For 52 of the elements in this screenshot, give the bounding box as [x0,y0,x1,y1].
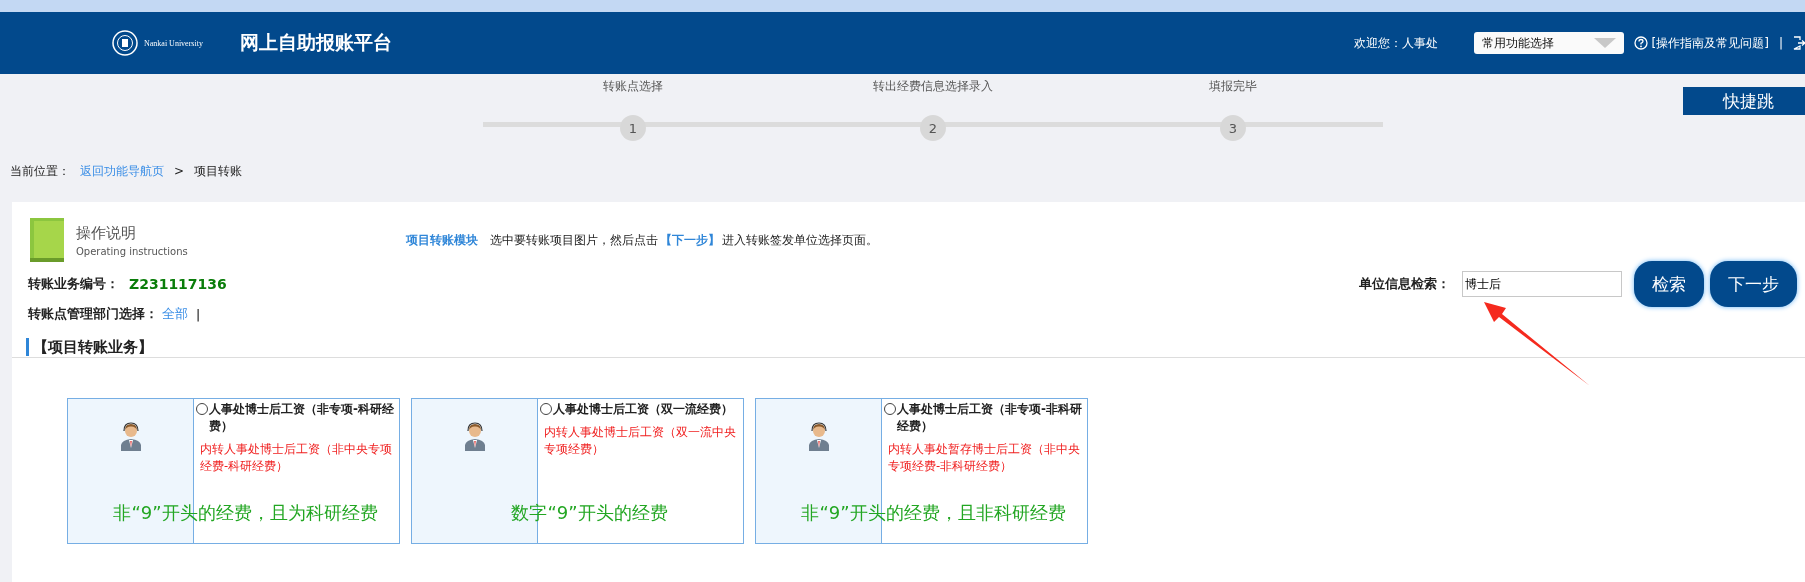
platform-title: 网上自助报账平台 [240,30,392,55]
radio-button[interactable] [540,403,552,415]
card-title: 人事处博士后工资（非专项-科研经费） [196,401,397,435]
search-label: 单位信息检索： [1359,275,1450,293]
card-description: 内转人事处博士后工资（非中央专项经费-科研经费） [199,441,393,475]
help-link[interactable]: [操作指南及常见问题] [1651,34,1769,52]
caret-icon [1593,38,1616,48]
card-title: 人事处博士后工资（双一流经费） [540,401,741,418]
instructions-title: 操作说明 [76,223,137,243]
step-number: 2 [920,115,946,141]
breadcrumb-label: 当前位置： [10,162,70,180]
operator-icon [462,421,487,451]
next-step-button[interactable]: 下一步 [1710,261,1797,307]
card-description: 内转人事处暂存博士后工资（非中央专项经费-非科研经费） [887,441,1081,475]
breadcrumb-separator: > [174,164,185,178]
logo-text: Nankai University [144,38,203,48]
department-label: 转账点管理部门选择： [28,305,158,323]
step-label: 填报完毕 [1209,78,1257,95]
book-icon [30,218,64,262]
next-step-highlight: 【下一步】 [660,231,720,249]
separator-text: | [196,306,201,322]
function-select[interactable]: 常用功能选择 [1473,32,1624,54]
business-number: Z231117136 [129,276,227,292]
welcome-text: 欢迎您：人事处 [1353,34,1438,52]
radio-button[interactable] [884,403,896,415]
project-card[interactable]: 人事处博士后工资（非专项-非科研经费） 内转人事处暂存博士后工资（非中央专项经费-非科研经费） 非“9”开头的经费，且非科研经费 [755,398,1088,544]
step-number: 3 [1220,115,1246,141]
search-button[interactable]: 检索 [1634,261,1704,307]
instructions-subtitle: Operating instructions [76,245,189,257]
exit-icon[interactable] [1793,36,1805,50]
project-card[interactable]: 人事处博士后工资（非专项-科研经费） 内转人事处博士后工资（非中央专项经费-科研经费） 非“9”开头的经费，且为科研经费 [67,398,400,544]
instruction-text: 进入转账签发单位选择页面。 [722,231,878,249]
instruction-text: 选中要转账项目图片，然后点击 [490,231,658,249]
quick-jump-button[interactable]: 快捷跳 [1683,87,1805,115]
step-label: 转账点选择 [603,78,663,95]
business-number-label: 转账业务编号： [28,275,119,293]
operator-icon [806,421,831,451]
annotation-text: 非“9”开头的经费，且非科研经费 [800,501,1067,525]
card-title: 人事处博士后工资（非专项-非科研经费） [884,401,1085,435]
department-link[interactable]: 全部 [162,305,188,323]
step-number: 1 [620,115,646,141]
radio-button[interactable] [196,403,208,415]
breadcrumb-current: 项目转账 [194,162,243,180]
operator-icon [118,421,143,451]
card-description: 内转人事处博士后工资（双一流中央专项经费） [543,424,737,458]
annotation-text: 非“9”开头的经费，且为科研经费 [112,501,379,525]
search-field[interactable]: 博士后 [1462,271,1622,297]
step-label: 转出经费信息选择录入 [873,78,993,95]
module-name: 项目转账模块 [406,231,478,249]
help-icon[interactable] [1633,36,1648,50]
separator-text: | [1778,36,1783,50]
university-seal-icon [112,30,138,56]
